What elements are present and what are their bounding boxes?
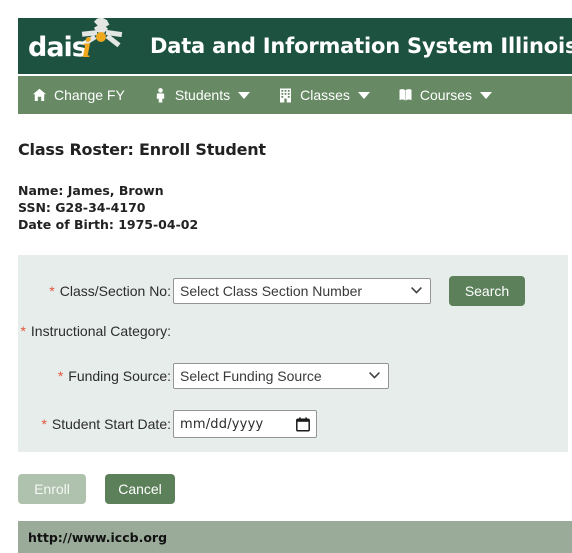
class-section-select-wrap: Select Class Section Number	[173, 278, 431, 304]
start-date-row: * Student Start Date: mm/dd/yyyy	[18, 410, 568, 438]
class-section-row: * Class/Section No: Select Class Section…	[18, 276, 568, 306]
student-ssn: SSN: G28-34-4170	[18, 200, 146, 215]
required-marker: *	[20, 323, 26, 339]
daisi-logo: dais i	[24, 18, 132, 72]
person-icon	[153, 87, 168, 103]
funding-source-select[interactable]: Select Funding Source	[173, 363, 389, 389]
page-title: Class Roster: Enroll Student	[18, 140, 266, 159]
instructional-category-label: Instructional Category:	[30, 323, 171, 339]
building-icon	[278, 88, 293, 103]
funding-source-row: * Funding Source: Select Funding Source	[18, 363, 568, 389]
site-footer: http://www.iccb.org	[18, 521, 572, 553]
nav-item-students[interactable]: Students	[139, 76, 264, 114]
required-marker: *	[49, 283, 55, 299]
student-name: Name: James, Brown	[18, 183, 164, 198]
class-section-label: Class/Section No:	[59, 283, 171, 299]
site-header: dais i Data and Information System Illin…	[18, 18, 572, 74]
class-section-select[interactable]: Select Class Section Number	[173, 278, 431, 304]
site-title: Data and Information System Illinois	[150, 34, 572, 58]
start-date-label-cell: * Student Start Date:	[18, 416, 173, 432]
logo-wordmark: dais	[28, 32, 88, 63]
nav-label-students: Students	[174, 87, 231, 103]
funding-source-label-cell: * Funding Source:	[18, 368, 173, 384]
home-icon	[32, 88, 47, 103]
logo-letter-i: i	[82, 34, 92, 64]
nav-item-classes[interactable]: Classes	[264, 76, 384, 114]
main-navigation: Change FY Students Classes Courses	[18, 76, 572, 114]
chevron-down-icon	[480, 91, 493, 99]
nav-label-courses: Courses	[419, 87, 473, 103]
book-icon	[398, 88, 413, 103]
enroll-form-panel: * Class/Section No: Select Class Section…	[18, 255, 568, 452]
class-section-label-cell: * Class/Section No:	[18, 283, 173, 299]
required-marker: *	[57, 368, 64, 384]
funding-source-select-wrap: Select Funding Source	[173, 363, 389, 389]
nav-item-courses[interactable]: Courses	[384, 76, 506, 114]
search-button[interactable]: Search	[449, 276, 525, 306]
form-actions: Enroll Cancel	[18, 474, 175, 504]
nav-label-change-fy: Change FY	[54, 87, 125, 103]
start-date-input[interactable]: mm/dd/yyyy	[173, 410, 317, 438]
calendar-icon[interactable]	[296, 416, 310, 432]
chevron-down-icon	[357, 91, 370, 99]
required-marker: *	[41, 416, 47, 432]
student-info-block: Name: James, Brown SSN: G28-34-4170 Date…	[18, 182, 198, 233]
instructional-category-row: * Instructional Category:	[18, 323, 568, 339]
student-dob: Date of Birth: 1975-04-02	[18, 217, 199, 232]
cancel-button[interactable]: Cancel	[105, 474, 175, 504]
chevron-down-icon	[238, 91, 251, 99]
nav-label-classes: Classes	[300, 87, 350, 103]
funding-source-label: Funding Source:	[68, 368, 171, 384]
iccb-website-link[interactable]: http://www.iccb.org	[28, 530, 167, 545]
start-date-placeholder: mm/dd/yyyy	[180, 416, 264, 432]
nav-item-change-fy[interactable]: Change FY	[18, 76, 139, 114]
enroll-button[interactable]: Enroll	[18, 474, 86, 504]
start-date-label: Student Start Date:	[51, 416, 171, 432]
instructional-category-label-cell: * Instructional Category:	[18, 323, 173, 339]
